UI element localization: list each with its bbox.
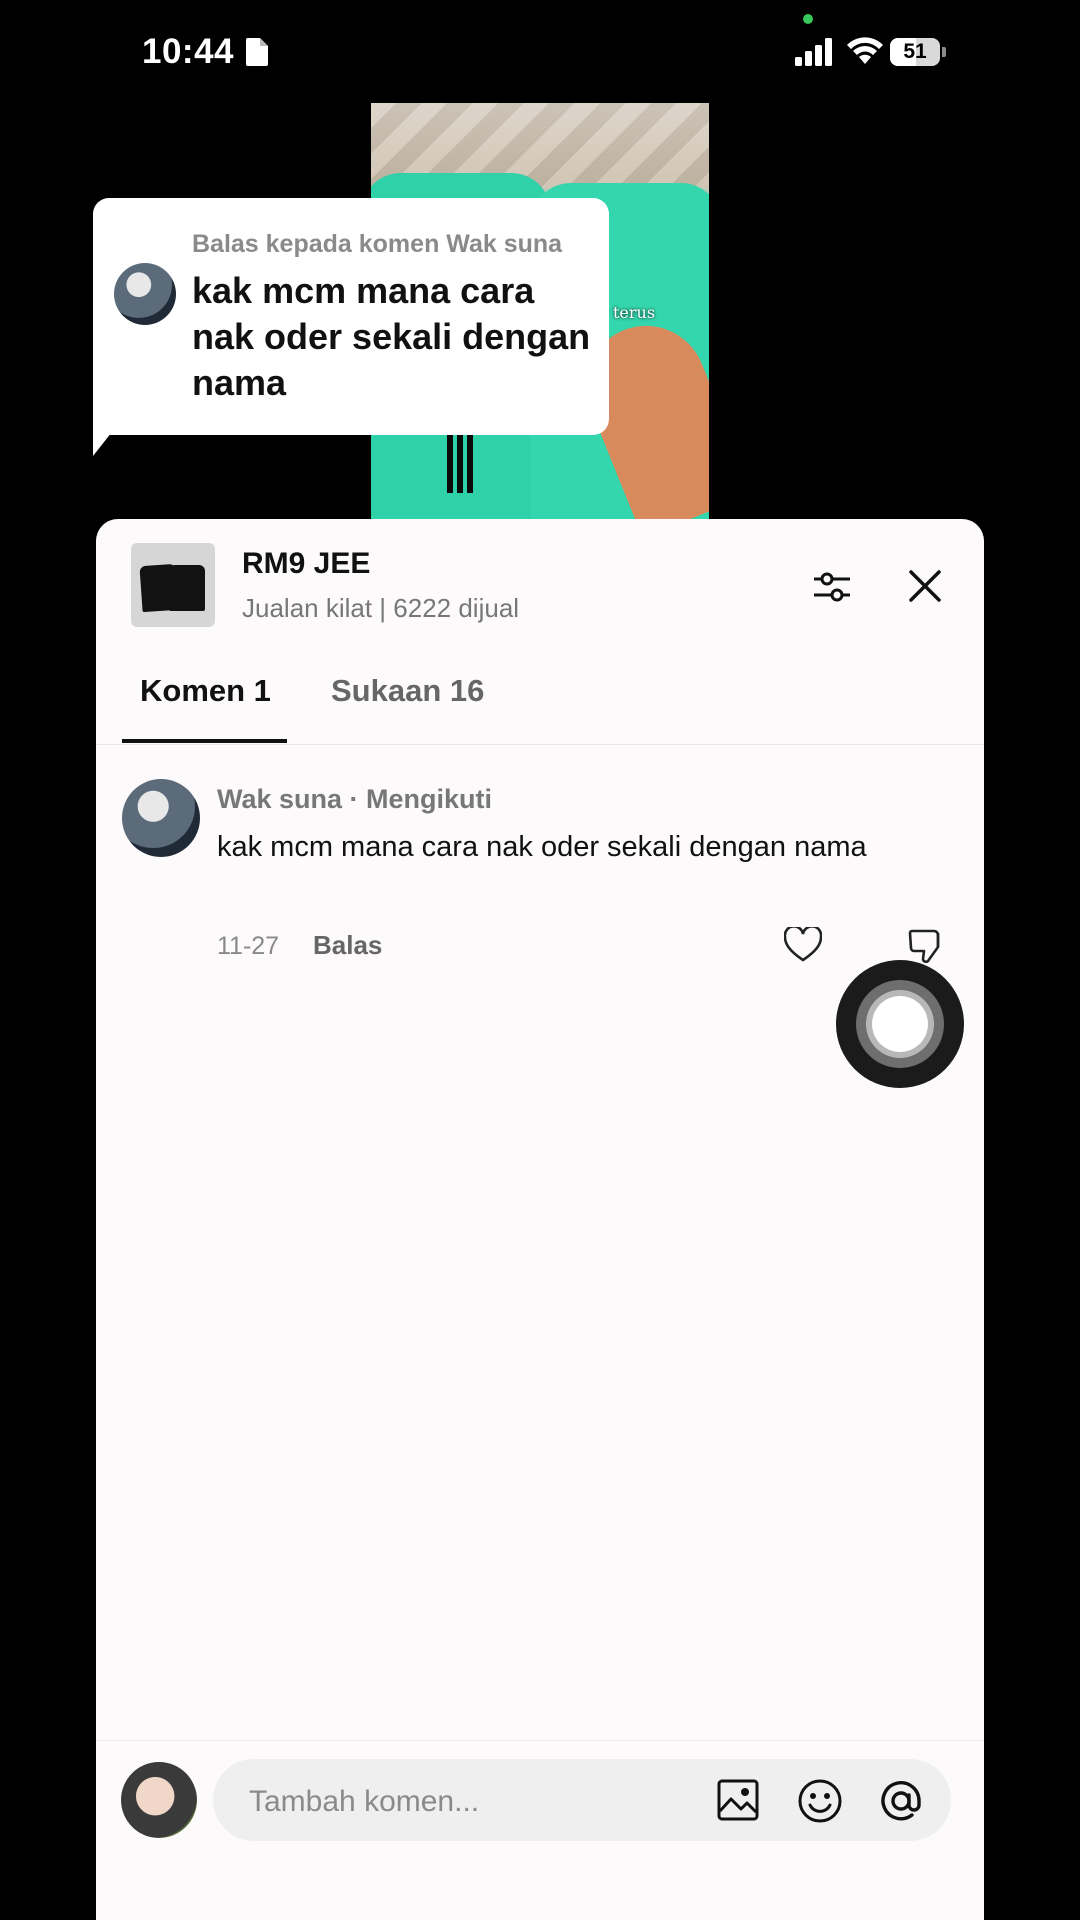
close-icon[interactable] <box>908 569 942 603</box>
user-avatar[interactable] <box>121 1762 197 1838</box>
privacy-indicator <box>803 14 813 24</box>
battery-indicator: 51 <box>890 38 946 66</box>
battery-percent: 51 <box>903 40 927 63</box>
heart-icon[interactable] <box>784 927 822 963</box>
reply-header: Balas kepada komen Wak suna <box>192 230 563 258</box>
dislike-icon[interactable] <box>908 927 946 965</box>
video-caption: terus <box>613 303 656 322</box>
avatar <box>114 263 176 325</box>
comment-input[interactable]: Tambah komen... <box>213 1759 951 1841</box>
status-bar: 10:44 51 <box>0 0 1080 100</box>
product-subtitle: Jualan kilat | 6222 dijual <box>242 593 520 623</box>
avatar[interactable] <box>122 779 200 857</box>
product-title[interactable]: RM9 JEE <box>242 547 370 581</box>
tab-sukaan[interactable]: Sukaan 16 <box>331 673 484 709</box>
at-icon[interactable] <box>877 1777 925 1825</box>
tab-komen[interactable]: Komen 1 <box>140 673 271 709</box>
divider <box>96 744 984 745</box>
document-icon <box>246 38 268 66</box>
assistive-touch-button[interactable] <box>836 960 964 1088</box>
signal-icon <box>795 38 832 66</box>
image-icon[interactable] <box>717 1779 759 1821</box>
reply-text: kak mcm mana cara nak oder sekali dengan… <box>192 270 591 403</box>
comment-date: 11-27 <box>217 932 280 960</box>
comment-text: kak mcm mana cara nak oder sekali dengan… <box>217 831 867 863</box>
emoji-icon[interactable] <box>797 1778 843 1824</box>
tab-active-indicator <box>122 739 287 743</box>
reply-button[interactable]: Balas <box>313 930 382 961</box>
product-thumbnail[interactable] <box>131 543 215 627</box>
comment-input-placeholder: Tambah komen... <box>249 1785 480 1818</box>
comment-sheet: RM9 JEE Jualan kilat | 6222 dijual Komen… <box>96 519 984 1920</box>
filter-icon[interactable] <box>812 567 852 607</box>
wifi-icon <box>847 37 883 64</box>
status-time: 10:44 <box>142 32 235 71</box>
comment-author[interactable]: Wak suna · Mengikuti <box>217 784 492 815</box>
divider <box>96 1740 984 1741</box>
